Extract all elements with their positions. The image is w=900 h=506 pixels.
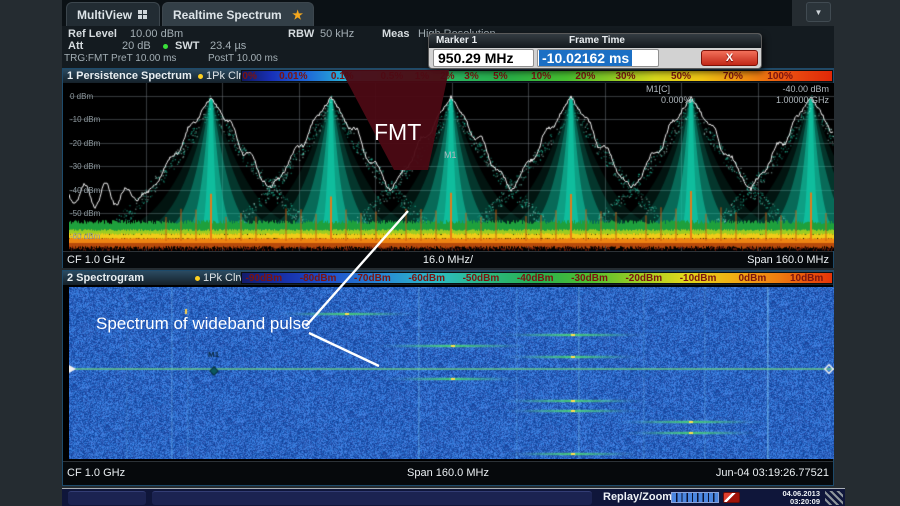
y-axis-label: -30 dBm (70, 162, 100, 171)
scale-tick: 10dBm (790, 273, 823, 284)
marker-dialog-body: 950.29 MHz -10.02162 ms X (429, 48, 761, 69)
rbw-label[interactable]: RBW (288, 28, 314, 40)
time-value: 03:20:09 (750, 498, 820, 506)
window2-title: 2 Spectrogram (67, 272, 144, 284)
spectrogram-window: 2 Spectrogram 1Pk Clrw -90dBm -80dBm -70… (62, 270, 834, 486)
frame-time-selected-text: -10.02162 ms (539, 50, 632, 66)
scale-tick: 20% (575, 71, 595, 82)
center-frequency[interactable]: CF 1.0 GHz (67, 252, 125, 268)
replay-zoom-label[interactable]: Replay/Zoom (603, 491, 672, 503)
scale-tick: 2% (440, 71, 454, 82)
span-value[interactable]: Span 160.0 MHz (407, 462, 489, 485)
att-label[interactable]: Att (68, 40, 83, 52)
trigger-info[interactable]: TRG:FMT PreT 10.00 ms (64, 53, 176, 64)
marker-readout-freq: 1.00000 GHz (776, 95, 829, 105)
frame-time-label: Frame Time (569, 34, 625, 48)
persistence-plot[interactable] (69, 83, 834, 251)
dialog-close-button[interactable]: X (701, 50, 758, 66)
scale-tick: 50% (671, 71, 691, 82)
favorite-star-icon: ★ (292, 8, 303, 22)
window1-title: 1 Persistence Spectrum (67, 70, 192, 82)
scale-tick: 70% (723, 71, 743, 82)
y-axis-label: -20 dBm (70, 139, 100, 148)
tab-multiview[interactable]: MultiView (66, 2, 160, 26)
marker-m1-flag[interactable]: M1 (444, 150, 457, 160)
tab-realtime-label: Realtime Spectrum (173, 8, 282, 22)
taskbar-button-2[interactable] (152, 491, 592, 505)
scale-tick: 1% (415, 71, 429, 82)
scale-tick: 0.5% (380, 71, 403, 82)
record-status-icon[interactable] (723, 492, 740, 503)
scale-per-division[interactable]: 16.0 MHz/ (423, 252, 473, 268)
scale-tick: 5% (493, 71, 507, 82)
window2-titlebar[interactable]: 2 Spectrogram 1Pk Clrw -90dBm -80dBm -70… (63, 271, 833, 285)
marker-dialog: Marker 1 Frame Time 950.29 MHz -10.02162… (428, 33, 762, 69)
post-trigger-info[interactable]: PostT 10.00 ms (208, 53, 278, 64)
marker-readout-level: -40.00 dBm (782, 84, 829, 94)
scale-tick: 100% (767, 71, 793, 82)
resize-grip-icon[interactable] (825, 491, 843, 505)
scale-tick: -30dBm (571, 273, 608, 284)
scale-tick: 0% (242, 71, 256, 82)
frame-time-input[interactable]: -10.02162 ms (537, 49, 659, 67)
marker-dialog-header[interactable]: Marker 1 Frame Time (429, 34, 761, 48)
swt-value[interactable]: 23.4 µs (210, 40, 246, 52)
scale-tick: -20dBm (625, 273, 662, 284)
scale-tick: 30% (615, 71, 635, 82)
chevron-down-icon: ▼ (815, 8, 823, 17)
scale-tick: 0.1% (331, 71, 354, 82)
tab-multiview-label: MultiView (77, 8, 132, 22)
spectrogram-plot[interactable] (69, 287, 834, 459)
persistence-color-scale: 0% 0.01% 0.1% 0.5% 1% 2% 3% 5% 10% 20% 3… (241, 70, 833, 82)
y-axis-label: 0 dBm (70, 92, 93, 101)
window1-titlebar[interactable]: 1 Persistence Spectrum 1Pk Clrw 0% 0.01%… (63, 69, 833, 83)
meas-label[interactable]: Meas (382, 28, 410, 40)
span-value[interactable]: Span 160.0 MHz (747, 252, 829, 268)
persistence-spectrum-window: 1 Persistence Spectrum 1Pk Clrw 0% 0.01%… (62, 68, 834, 268)
frame-timestamp: Jun-04 03:19:26.77521 (716, 462, 829, 485)
tab-realtime-spectrum[interactable]: Realtime Spectrum ★ (162, 2, 314, 26)
y-axis-label: -60 dBm (70, 232, 100, 241)
marker-dialog-title: Marker 1 (436, 34, 477, 48)
tab-bar: MultiView Realtime Spectrum ★ (62, 0, 792, 26)
taskbar-button-1[interactable] (68, 491, 146, 505)
marker-readout-percent: 0.000% (661, 95, 692, 105)
multiview-grid-icon (138, 10, 147, 19)
scale-tick: -40dBm (517, 273, 554, 284)
scale-tick: -10dBm (680, 273, 717, 284)
att-value[interactable]: 20 dB (122, 40, 151, 52)
replay-progress-bar (671, 492, 719, 503)
status-dot-icon (163, 44, 168, 49)
window2-footer: CF 1.0 GHz Span 160.0 MHz Jun-04 03:19:2… (63, 461, 833, 485)
marker-frequency-input[interactable]: 950.29 MHz (433, 49, 534, 67)
scale-tick: -60dBm (408, 273, 445, 284)
tab-list-dropdown-button[interactable]: ▼ (806, 2, 831, 22)
scale-tick: 0.01% (279, 71, 307, 82)
scale-tick: -80dBm (300, 273, 337, 284)
scale-tick: -70dBm (354, 273, 391, 284)
swt-label[interactable]: SWT (175, 40, 199, 52)
center-frequency[interactable]: CF 1.0 GHz (67, 462, 125, 485)
ref-level-value[interactable]: 10.00 dBm (130, 28, 183, 40)
wideband-pulse-annotation: Spectrum of wideband pulse (96, 314, 311, 334)
rbw-value[interactable]: 50 kHz (320, 28, 354, 40)
y-axis-label: -40 dBm (70, 186, 100, 195)
marker-readout-name: M1[C] (646, 84, 670, 94)
scale-tick: 10% (531, 71, 551, 82)
scale-tick: 3% (464, 71, 478, 82)
trace-active-dot-icon (195, 276, 200, 281)
trace-active-dot-icon (198, 74, 203, 79)
scale-tick: -90dBm (245, 273, 282, 284)
scale-tick: -50dBm (463, 273, 500, 284)
analyzer-screen: MultiView Realtime Spectrum ★ ▼ Ref Leve… (0, 0, 900, 506)
status-taskbar: Replay/Zoom 04.06.2013 03:20:09 (62, 488, 845, 506)
y-axis-label: -50 dBm (70, 209, 100, 218)
date-time-display: 04.06.2013 03:20:09 (750, 490, 820, 506)
y-axis-label: -10 dBm (70, 115, 100, 124)
scale-tick: 0dBm (738, 273, 766, 284)
ref-level-label[interactable]: Ref Level (68, 28, 117, 40)
window1-footer: CF 1.0 GHz 16.0 MHz/ Span 160.0 MHz (63, 251, 833, 268)
spectrogram-color-scale: -90dBm -80dBm -70dBm -60dBm -50dBm -40dB… (241, 272, 833, 284)
